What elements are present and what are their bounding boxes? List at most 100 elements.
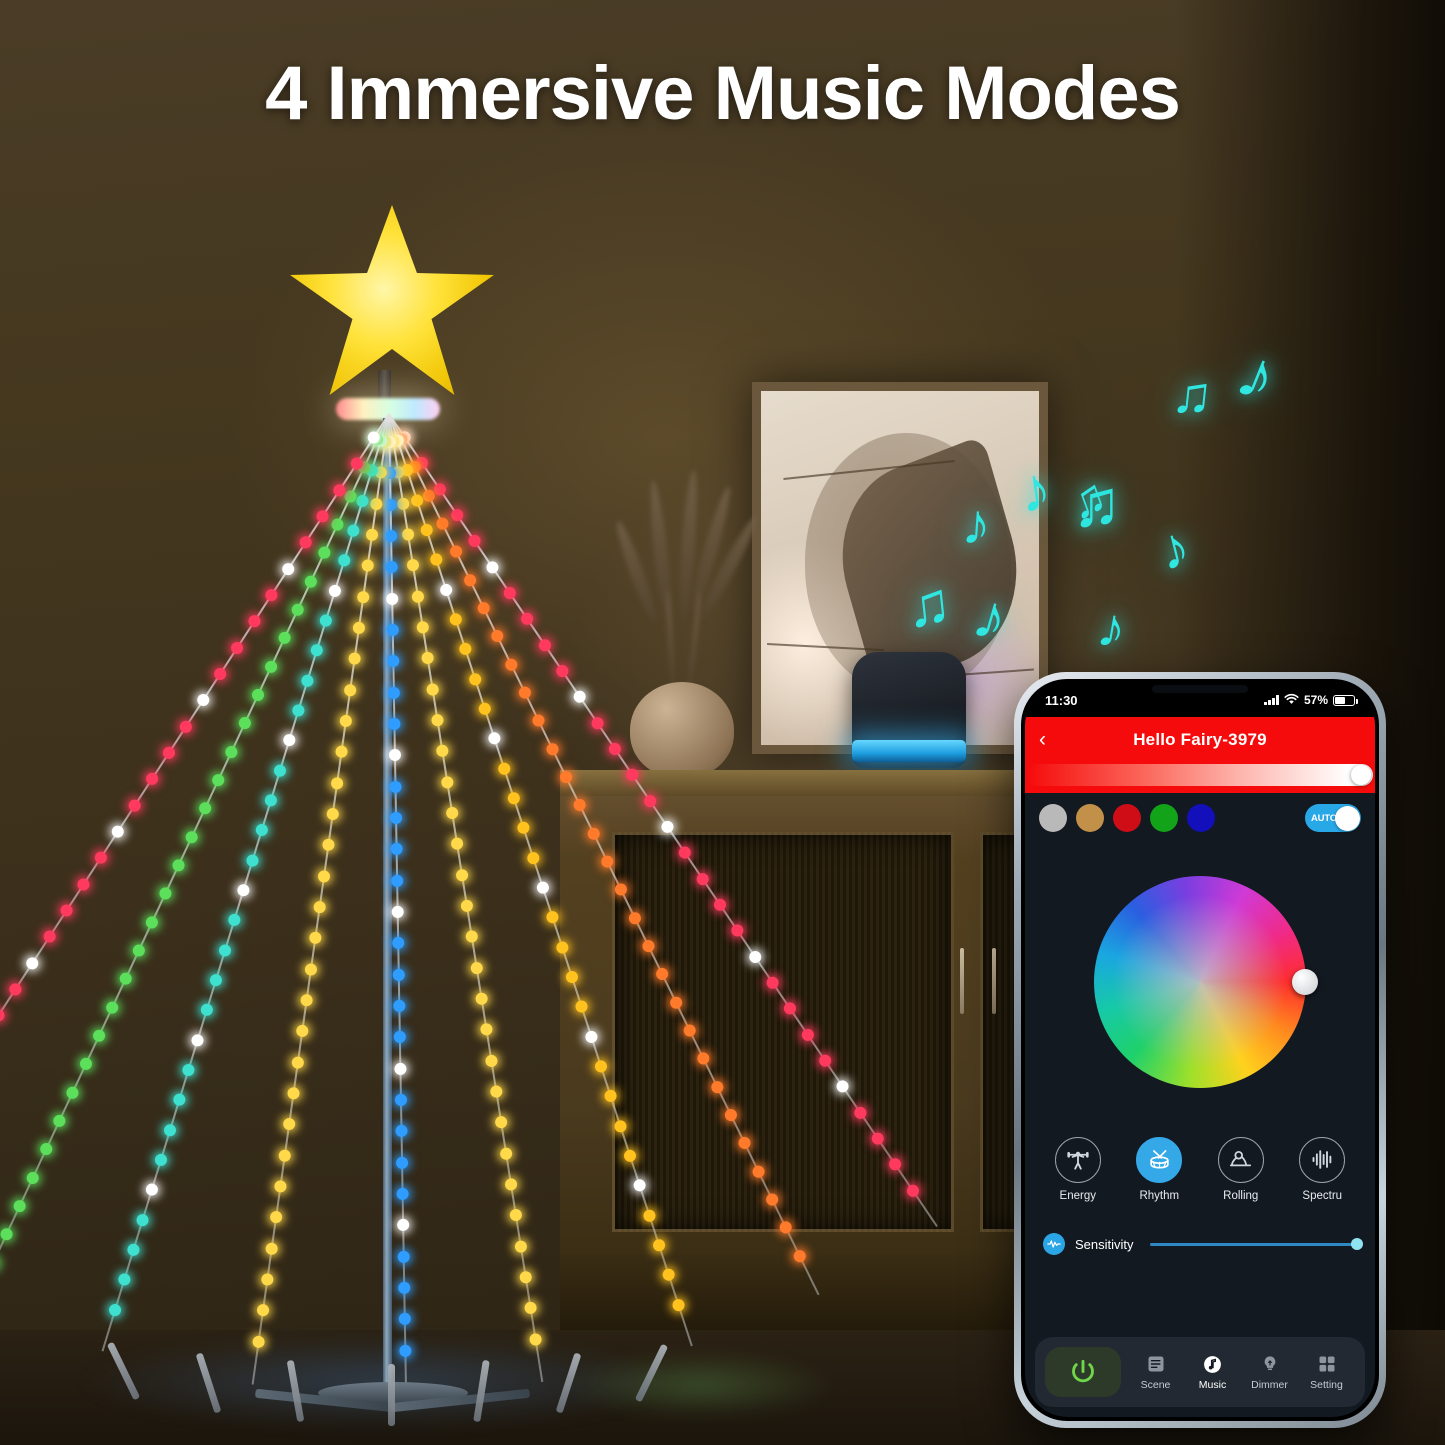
auto-toggle-knob[interactable] bbox=[1334, 805, 1360, 831]
phone-screen: 11:30 57% ‹ Hello Fairy-3979 AUTO Energy… bbox=[1025, 683, 1375, 1417]
led-dot bbox=[162, 1122, 178, 1138]
device-title: Hello Fairy-3979 bbox=[1133, 730, 1267, 749]
color-wheel[interactable] bbox=[1094, 876, 1318, 1088]
led-dot bbox=[455, 868, 469, 882]
spectrum-bars-icon[interactable] bbox=[1299, 1136, 1346, 1183]
led-dot bbox=[479, 1022, 494, 1037]
led-dot bbox=[467, 671, 483, 687]
swatch-green[interactable] bbox=[1150, 804, 1178, 832]
led-dot bbox=[554, 939, 570, 955]
led-dot bbox=[506, 790, 522, 806]
led-dot bbox=[722, 1107, 739, 1124]
led-dot bbox=[613, 881, 630, 898]
music-note-icon[interactable] bbox=[1202, 1353, 1224, 1375]
led-tree bbox=[0, 0, 1020, 1445]
swatch-gold[interactable] bbox=[1076, 804, 1104, 832]
power-button[interactable] bbox=[1045, 1347, 1121, 1397]
led-dot bbox=[544, 740, 561, 757]
led-dot bbox=[91, 1027, 108, 1044]
led-dot bbox=[385, 561, 398, 574]
led-dot bbox=[153, 1152, 169, 1168]
music-mode-rhythm[interactable]: Rhythm bbox=[1136, 1136, 1183, 1202]
led-dot bbox=[777, 1219, 794, 1236]
sensitivity-slider[interactable] bbox=[1149, 1238, 1363, 1250]
led-dot bbox=[750, 1163, 767, 1180]
tab-setting[interactable]: Setting bbox=[1298, 1353, 1355, 1391]
led-dot bbox=[317, 869, 331, 883]
led-dot bbox=[245, 852, 261, 868]
bottom-tab-bar: Scene Music Dimmer Setting bbox=[1035, 1337, 1365, 1407]
led-dot bbox=[641, 1207, 657, 1223]
swatch-blue[interactable] bbox=[1187, 804, 1215, 832]
sensitivity-slider-handle[interactable] bbox=[1351, 1238, 1363, 1250]
music-mode-energy[interactable]: Energy bbox=[1054, 1136, 1101, 1202]
led-dot bbox=[117, 970, 134, 987]
led-dot bbox=[369, 496, 384, 511]
brightness-slider[interactable] bbox=[1027, 764, 1373, 786]
led-dot bbox=[626, 909, 643, 926]
led-dot bbox=[392, 968, 405, 981]
swatch-red[interactable] bbox=[1113, 804, 1141, 832]
weightlifter-icon[interactable] bbox=[1054, 1136, 1101, 1183]
bulb-icon[interactable] bbox=[1259, 1353, 1281, 1375]
ground-stake bbox=[555, 1352, 582, 1414]
battery-icon bbox=[1333, 694, 1358, 706]
led-dot bbox=[256, 1303, 270, 1318]
waveform-icon bbox=[1043, 1233, 1065, 1255]
led-dot bbox=[309, 643, 325, 659]
led-dot bbox=[494, 1115, 509, 1130]
chevron-left-icon[interactable]: ‹ bbox=[1039, 728, 1046, 752]
led-dot bbox=[276, 630, 293, 647]
led-dot bbox=[681, 1022, 698, 1039]
grid-icon[interactable] bbox=[1316, 1353, 1338, 1375]
music-mode-rolling[interactable]: Rolling bbox=[1217, 1136, 1264, 1202]
led-dot bbox=[291, 1055, 305, 1070]
swatch-silver[interactable] bbox=[1039, 804, 1067, 832]
led-dot bbox=[386, 623, 399, 637]
rolling-ball-icon[interactable] bbox=[1217, 1136, 1264, 1183]
tab-music[interactable]: Music bbox=[1184, 1353, 1241, 1391]
led-dot bbox=[545, 909, 561, 925]
led-dot bbox=[387, 686, 400, 699]
led-dot bbox=[764, 1191, 781, 1208]
tab-scene[interactable]: Scene bbox=[1127, 1353, 1184, 1391]
led-dot bbox=[289, 601, 306, 618]
music-mode-label: Rhythm bbox=[1139, 1189, 1180, 1202]
led-dot bbox=[461, 571, 478, 588]
led-dot bbox=[513, 1239, 528, 1254]
led-dot bbox=[290, 702, 306, 718]
led-dot bbox=[457, 641, 473, 657]
led-dot bbox=[299, 993, 314, 1008]
led-dot bbox=[384, 498, 397, 511]
led-dot bbox=[135, 1212, 151, 1228]
led-dot bbox=[250, 686, 266, 703]
led-dot bbox=[387, 655, 400, 668]
led-dot bbox=[391, 874, 404, 887]
led-dot bbox=[386, 592, 399, 605]
drum-icon[interactable] bbox=[1136, 1136, 1183, 1183]
ground-stake bbox=[634, 1343, 669, 1403]
led-dot bbox=[415, 620, 430, 635]
brightness-slider-handle[interactable] bbox=[1351, 765, 1371, 785]
led-dot bbox=[661, 1267, 677, 1283]
led-dot bbox=[171, 1092, 187, 1108]
color-wheel-handle[interactable] bbox=[1292, 969, 1318, 995]
led-dot bbox=[667, 994, 685, 1011]
page-title: 4 Immersive Music Modes bbox=[265, 51, 1181, 136]
list-icon[interactable] bbox=[1145, 1353, 1167, 1375]
led-dot bbox=[395, 1125, 408, 1138]
music-mode-spectru[interactable]: Spectru bbox=[1299, 1136, 1346, 1202]
tab-label: Dimmer bbox=[1251, 1379, 1288, 1391]
auto-toggle[interactable]: AUTO bbox=[1305, 804, 1361, 832]
tab-dimmer[interactable]: Dimmer bbox=[1241, 1353, 1298, 1391]
ground-stake bbox=[473, 1359, 490, 1423]
led-dot bbox=[130, 942, 147, 959]
tab-label: Music bbox=[1198, 1379, 1227, 1391]
led-dot bbox=[574, 999, 590, 1015]
led-dot bbox=[360, 559, 375, 573]
led-dot bbox=[450, 837, 464, 851]
led-dot bbox=[339, 714, 353, 728]
led-dot bbox=[419, 522, 435, 538]
led-dot bbox=[254, 822, 270, 838]
sensitivity-label: Sensitivity bbox=[1075, 1236, 1134, 1252]
